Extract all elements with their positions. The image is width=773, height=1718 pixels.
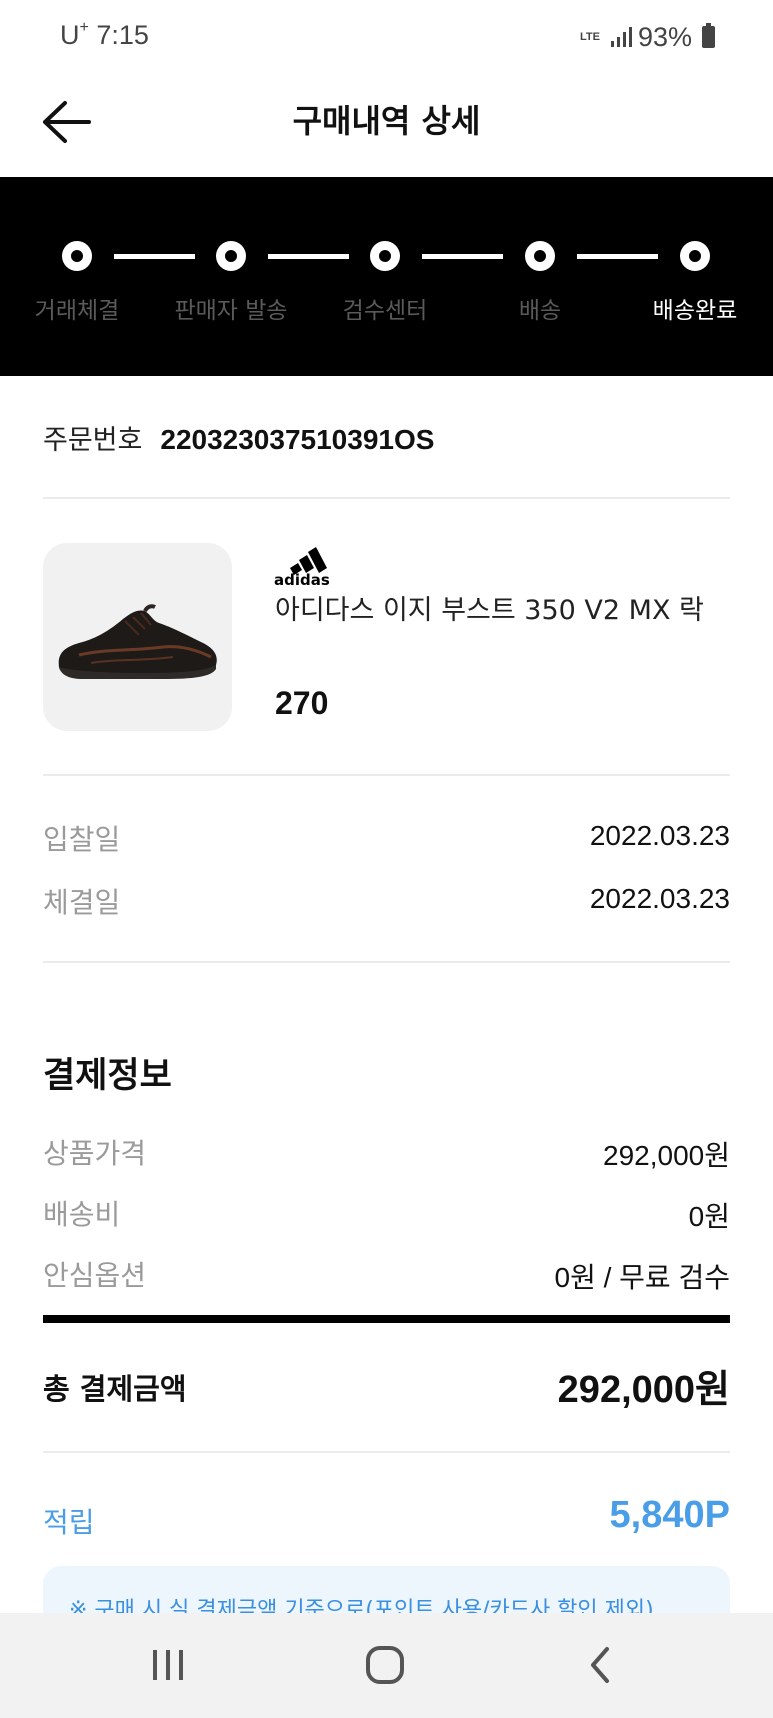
step-connector (114, 254, 195, 259)
shipping-fee-value: 0원 (688, 1201, 730, 1232)
step-dot-4 (525, 241, 555, 271)
step-label-1: 거래체결 (34, 298, 120, 324)
signal-icon (610, 27, 632, 47)
recent-apps-icon (153, 1650, 183, 1680)
status-bar: U+ 7:15 LTE 93% (0, 0, 773, 72)
step-label-2: 판매자 발송 (174, 298, 288, 324)
product-price-value: 292,000원 (603, 1140, 730, 1171)
points-label: 적립 (43, 1506, 95, 1539)
delivery-progress: 거래체결 판매자 발송 검수센터 배송 배송완료 (0, 177, 773, 376)
contract-date-label: 체결일 (43, 886, 121, 919)
carrier-mark: + (79, 19, 89, 36)
recent-apps-button[interactable] (128, 1637, 208, 1693)
bid-date-label: 입찰일 (43, 823, 121, 856)
step-label-4: 배송 (518, 298, 562, 324)
total-separator (43, 1315, 730, 1323)
brand-name: adidas (274, 571, 330, 586)
safe-option-label: 안심옵션 (43, 1259, 147, 1292)
step-dot-2 (216, 241, 246, 271)
shipping-fee-label: 배송비 (43, 1198, 121, 1231)
product-price-label: 상품가격 (43, 1137, 147, 1170)
safe-option-value: 0원 / 무료 검수 (554, 1262, 731, 1293)
home-icon (366, 1646, 404, 1684)
network-type: LTE (579, 30, 600, 43)
step-connector (577, 254, 658, 259)
home-button[interactable] (345, 1637, 425, 1693)
divider (43, 774, 730, 776)
total-amount-label: 총 결제금액 (43, 1372, 187, 1406)
step-dot-5 (680, 241, 710, 271)
status-icons: LTE 93% (580, 20, 715, 54)
total-amount-value: 292,000원 (557, 1369, 730, 1411)
clock: 7:15 (96, 20, 149, 50)
step-label-3: 검수센터 (342, 298, 428, 324)
product-name: 아디다스 이지 부스트 350 V2 MX 락 (275, 595, 704, 626)
back-nav-button[interactable] (560, 1637, 640, 1693)
bid-date-value: 2022.03.23 (589, 820, 730, 851)
product-image[interactable] (43, 543, 232, 731)
divider (43, 497, 730, 499)
app-bar: 구매내역 상세 (0, 72, 773, 176)
adidas-logo: adidas (274, 547, 330, 586)
battery-icon (702, 23, 715, 48)
order-number-row: 주문번호 220323037510391OS (43, 418, 434, 457)
battery-percent: 93% (637, 21, 692, 52)
step-dot-3 (370, 241, 400, 271)
step-connector (422, 254, 503, 259)
step-label-5: 배송완료 (652, 298, 738, 324)
points-value: 5,840P (609, 1494, 730, 1536)
chevron-left-icon (591, 1647, 609, 1683)
system-nav-bar (0, 1613, 773, 1718)
order-number-label: 주문번호 (43, 425, 143, 456)
contract-date-value: 2022.03.23 (589, 883, 730, 914)
divider (43, 1451, 730, 1453)
step-connector (268, 254, 349, 259)
product-size: 270 (275, 685, 329, 721)
divider (43, 961, 730, 963)
step-dot-1 (62, 241, 92, 271)
payment-section-title: 결제정보 (43, 1056, 172, 1096)
carrier-time: U+ 7:15 (60, 19, 149, 51)
order-number-value: 220323037510391OS (160, 424, 435, 455)
carrier-name: U (60, 20, 80, 50)
page-title: 구매내역 상세 (292, 102, 481, 140)
sneaker-image (58, 604, 217, 679)
